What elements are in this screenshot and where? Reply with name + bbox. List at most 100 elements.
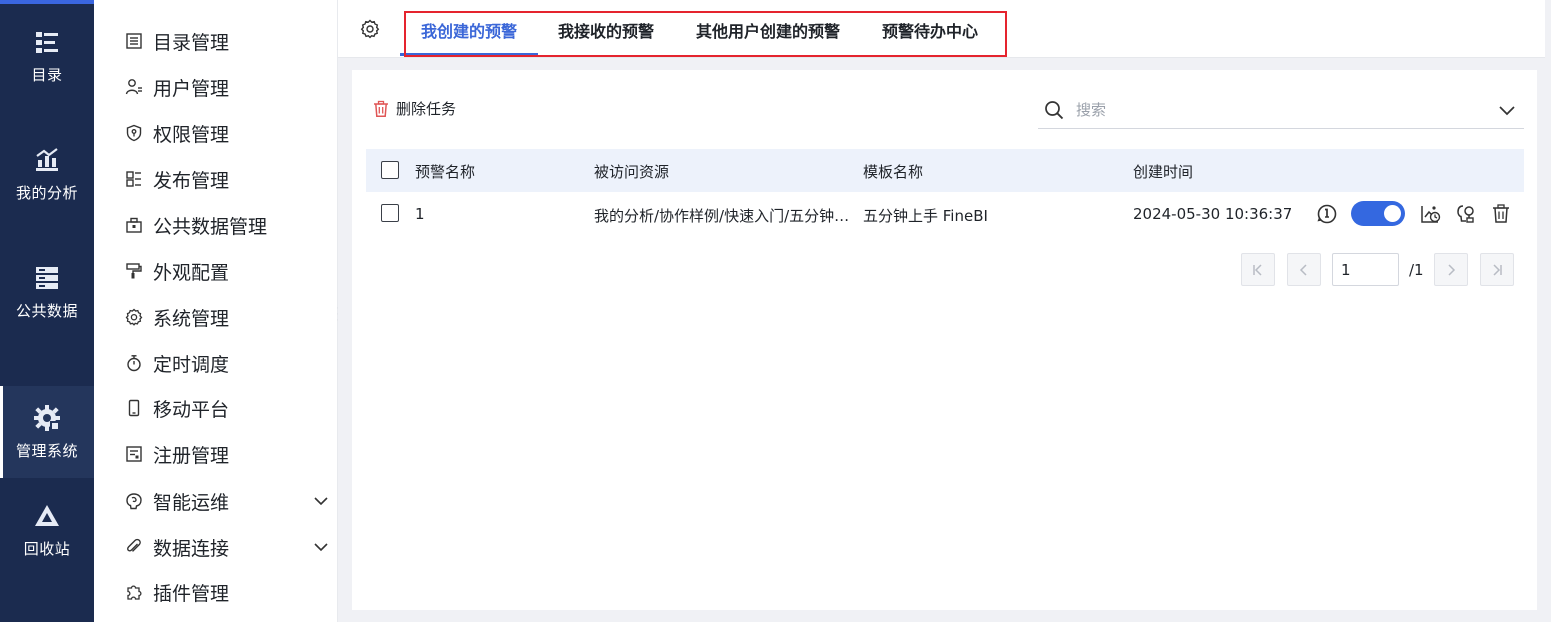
select-all-checkbox[interactable]: [381, 161, 399, 179]
rail-item-catalog[interactable]: 目录: [0, 10, 94, 102]
menu-item-label: 注册管理: [153, 444, 230, 467]
app-root: 目录 我的分析 公共数据 管理系统 回收站 目录管理 用户管理 权限管理 发布管…: [0, 0, 1551, 622]
chart-schedule-icon[interactable]: [1419, 203, 1441, 225]
admin-menu: 目录管理 用户管理 权限管理 发布管理 公共数据管理 外观配置 系统管理 定时调…: [94, 0, 338, 622]
search-box[interactable]: [1038, 92, 1524, 129]
rail-label: 目录: [31, 65, 63, 84]
menu-item-permission-mgmt[interactable]: 权限管理: [124, 117, 229, 149]
col-header-created-time: 创建时间: [1133, 163, 1194, 181]
menu-item-label: 公共数据管理: [153, 215, 268, 238]
rail-label: 管理系统: [15, 441, 78, 460]
chevron-down-icon[interactable]: [313, 493, 329, 509]
row-checkbox[interactable]: [381, 204, 399, 222]
chevron-down-icon[interactable]: [1498, 101, 1516, 119]
alert-config-icon[interactable]: [1455, 203, 1477, 225]
menu-item-label: 数据连接: [153, 537, 230, 560]
menu-item-system-mgmt[interactable]: 系统管理: [124, 301, 229, 333]
rail-top-accent: [0, 0, 94, 4]
rail-item-admin[interactable]: 管理系统: [0, 386, 94, 478]
menu-item-smart-ops[interactable]: 智能运维: [124, 485, 328, 517]
menu-item-label: 系统管理: [153, 307, 230, 330]
chevron-left-icon: [1299, 263, 1307, 276]
search-input[interactable]: [1076, 99, 1476, 121]
history-info-icon[interactable]: [1316, 203, 1338, 225]
paint-roller-icon: [124, 261, 144, 281]
toggle-knob: [1384, 205, 1401, 222]
next-page-button[interactable]: [1434, 253, 1468, 286]
rail-item-recycle[interactable]: 回收站: [0, 484, 94, 576]
gear-icon: [124, 307, 144, 327]
main-content: 我创建的预警 我接收的预警 其他用户创建的预警 预警待办中心 删除任务 搜索 预…: [338, 0, 1551, 622]
recycle-icon: [35, 504, 59, 526]
first-page-icon: [1253, 263, 1262, 276]
tab-bar: 我创建的预警 我接收的预警 其他用户创建的预警 预警待办中心: [338, 0, 1551, 58]
brain-icon: [124, 491, 144, 511]
menu-item-label: 外观配置: [153, 261, 230, 284]
briefcase-icon: [124, 215, 144, 235]
page-number-input[interactable]: [1332, 253, 1399, 286]
user-icon: [124, 77, 144, 97]
menu-item-catalog-mgmt[interactable]: 目录管理: [124, 25, 229, 57]
menu-item-public-data-mgmt[interactable]: 公共数据管理: [124, 209, 267, 241]
prev-page-button[interactable]: [1287, 253, 1321, 286]
tab-alert-todo-center[interactable]: 预警待办中心: [882, 18, 978, 42]
right-edge-strip: [1545, 0, 1551, 622]
tab-received-alerts[interactable]: 我接收的预警: [558, 18, 654, 42]
tab-other-users-alerts[interactable]: 其他用户创建的预警: [696, 18, 840, 42]
analysis-icon: [36, 147, 58, 171]
rail-label: 回收站: [23, 539, 71, 558]
rail-item-analysis[interactable]: 我的分析: [0, 128, 94, 220]
last-page-button[interactable]: [1480, 253, 1514, 286]
active-tab-indicator: [400, 53, 538, 56]
page-total: /1: [1409, 261, 1424, 279]
menu-item-appearance[interactable]: 外观配置: [124, 255, 229, 287]
database-icon: [36, 266, 58, 289]
admin-gear-icon: [34, 404, 60, 431]
menu-item-publish-mgmt[interactable]: 发布管理: [124, 163, 229, 195]
menu-item-label: 移动平台: [153, 398, 230, 421]
menu-item-label: 发布管理: [153, 169, 230, 192]
cell-created-time: 2024-05-30 10:36:37: [1133, 205, 1293, 223]
alerts-panel: 删除任务 预警名称 被访问资源 模板名称 创建时间: [352, 70, 1537, 610]
menu-item-label: 目录管理: [153, 31, 230, 54]
main-rail: 目录 我的分析 公共数据 管理系统 回收站: [0, 0, 94, 622]
tab-my-created-alerts[interactable]: 我创建的预警: [421, 18, 517, 42]
col-header-resource: 被访问资源: [594, 163, 670, 181]
alert-enable-toggle[interactable]: [1351, 201, 1405, 226]
table-header: 预警名称 被访问资源 模板名称 创建时间: [366, 149, 1524, 192]
mobile-icon: [124, 398, 144, 418]
delete-task-label: 删除任务: [396, 100, 457, 118]
menu-item-mobile[interactable]: 移动平台: [124, 392, 229, 424]
stopwatch-icon: [124, 353, 144, 373]
paperclip-icon: [124, 537, 144, 557]
search-icon: [1045, 101, 1064, 120]
delete-task-button[interactable]: 删除任务: [372, 98, 456, 119]
trash-icon: [374, 100, 388, 117]
settings-gear-icon[interactable]: [360, 19, 380, 39]
menu-item-data-connection[interactable]: 数据连接: [124, 531, 328, 563]
table-row: 1 我的分析/协作样例/快速入门/五分钟上手 FineBI 五分钟上手 Fine…: [366, 192, 1524, 236]
col-header-template: 模板名称: [863, 163, 924, 181]
puzzle-icon: [124, 582, 144, 602]
last-page-icon: [1493, 263, 1502, 276]
rail-label: 我的分析: [15, 183, 78, 202]
first-page-button[interactable]: [1241, 253, 1275, 286]
menu-item-register[interactable]: 注册管理: [124, 438, 229, 470]
menu-item-label: 权限管理: [153, 123, 230, 146]
chevron-down-icon[interactable]: [313, 539, 329, 555]
menu-item-user-mgmt[interactable]: 用户管理: [124, 71, 229, 103]
menu-item-schedule[interactable]: 定时调度: [124, 347, 229, 379]
menu-item-plugins[interactable]: 插件管理: [124, 576, 229, 608]
delete-row-icon[interactable]: [1490, 203, 1512, 225]
cell-alert-name: 1: [415, 205, 425, 223]
shield-icon: [124, 123, 144, 143]
cell-resource: 我的分析/协作样例/快速入门/五分钟上手 FineBI: [594, 207, 852, 225]
rail-item-public-data[interactable]: 公共数据: [0, 246, 94, 338]
menu-item-label: 定时调度: [153, 353, 230, 376]
rail-label: 公共数据: [15, 301, 78, 320]
catalog-icon: [36, 31, 58, 53]
menu-item-label: 用户管理: [153, 77, 230, 100]
cell-template: 五分钟上手 FineBI: [863, 207, 988, 225]
layout-icon: [124, 169, 144, 189]
menu-item-label: 智能运维: [153, 491, 230, 514]
